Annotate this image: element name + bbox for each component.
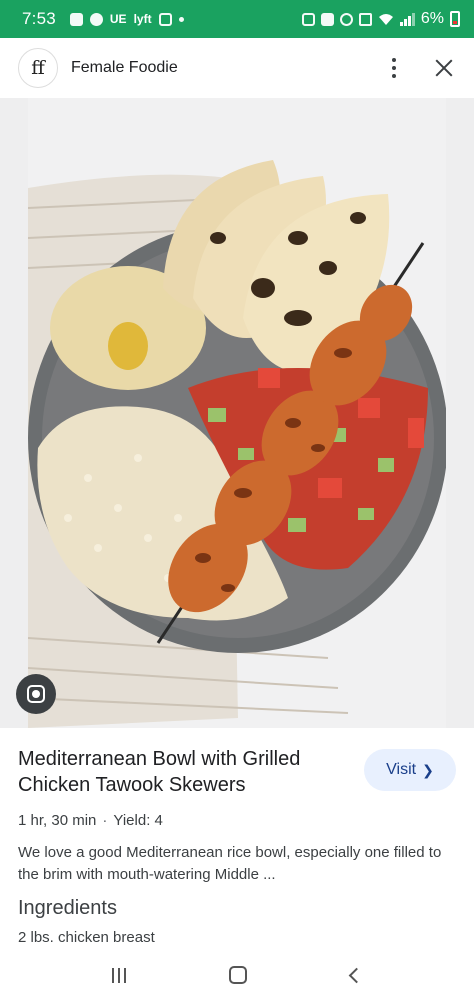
more-vert-icon[interactable] [382, 53, 406, 83]
notification-icons: UE lyft [69, 12, 184, 26]
ingredient-item: 2 lbs. chicken breast [18, 929, 155, 946]
messenger-icon [89, 12, 103, 26]
signal-icon [399, 12, 415, 26]
recipe-time: 1 hr, 30 min [18, 812, 97, 829]
nfc-icon [301, 12, 315, 26]
chevron-right-icon: ❯ [422, 761, 434, 778]
result-header: ff Female Foodie [0, 38, 474, 98]
food-photo-illustration [28, 158, 446, 728]
back-icon[interactable] [348, 967, 365, 983]
dot-icon [178, 16, 184, 22]
recents-icon[interactable] [111, 967, 126, 983]
n-icon [320, 12, 334, 26]
site-name[interactable]: Female Foodie [71, 59, 178, 77]
status-time: 7:53 [22, 9, 56, 28]
instagram-icon [158, 12, 172, 26]
lyft-icon: lyft [133, 12, 152, 26]
system-nav-bar [0, 950, 474, 1000]
ue-icon: UE [109, 12, 127, 26]
lock-icon [69, 12, 83, 26]
alarm-icon [339, 12, 353, 26]
battery-percent: 6% [420, 10, 444, 27]
recipe-title[interactable]: Mediterranean Bowl with Grilled Chicken … [18, 746, 348, 798]
home-icon[interactable] [229, 966, 248, 984]
system-icons: 6% [301, 10, 460, 28]
close-icon[interactable] [432, 56, 456, 80]
google-lens-icon[interactable] [16, 674, 56, 714]
recipe-meta: 1 hr, 30 min · Yield: 4 [18, 812, 163, 829]
ingredients-heading: Ingredients [18, 897, 117, 919]
wifi-icon [378, 13, 393, 25]
site-logo[interactable]: ff [18, 48, 58, 88]
recipe-description: We love a good Mediterranean rice bowl, … [18, 844, 442, 883]
visit-label: Visit [386, 761, 417, 778]
battery-icon [450, 11, 460, 27]
image-viewer[interactable] [0, 98, 474, 728]
status-bar: 7:53 UE lyft 6% [0, 0, 474, 38]
food-photo[interactable] [28, 98, 446, 728]
meta-separator: · [102, 812, 108, 829]
visit-button[interactable]: Visit ❯ [364, 749, 456, 791]
recipe-yield: Yield: 4 [113, 812, 163, 829]
mute-icon [358, 12, 372, 26]
